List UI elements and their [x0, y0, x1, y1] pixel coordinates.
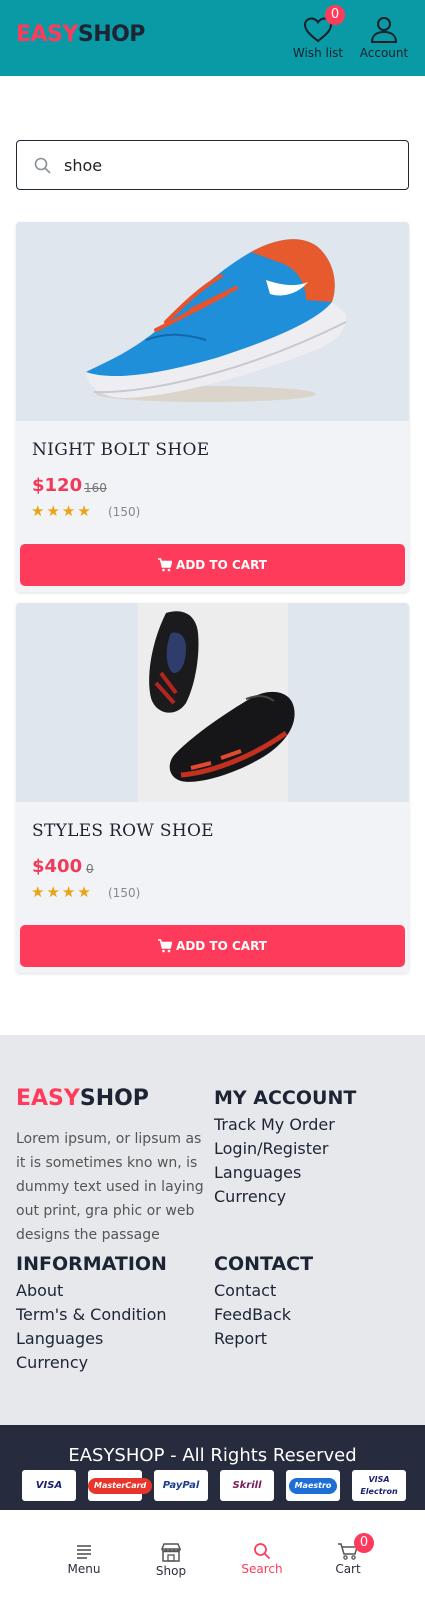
star-icon: ★ — [46, 502, 62, 520]
footer-logo[interactable]: EASYSHOP — [16, 1086, 149, 1111]
add-to-cart-label: ADD TO CART — [176, 939, 267, 953]
add-to-cart-label: ADD TO CART — [176, 558, 267, 572]
visa-logo: VISA — [22, 1470, 76, 1501]
product-name[interactable]: NIGHT BOLT SHOE — [32, 440, 209, 460]
nav-search[interactable]: Search — [227, 1542, 297, 1576]
search-input[interactable] — [64, 149, 394, 181]
product-old-price: 0 — [86, 862, 94, 876]
logo-part2: SHOP — [77, 22, 146, 47]
page: EASYSHOP 0 Wish list Account shoe NIGHT … — [0, 0, 425, 1614]
nav-cart-label: Cart — [335, 1562, 361, 1576]
copyright-bar: EASYSHOP - All Rights Reserved VISA Mast… — [0, 1425, 425, 1510]
product-card[interactable]: STYLES ROW SHOE $400 0 ★★★★ (150) ADD TO… — [16, 603, 409, 973]
store-icon — [160, 1543, 182, 1562]
nav-search-label: Search — [241, 1562, 283, 1576]
nav-menu-label: Menu — [67, 1562, 101, 1576]
skrill-logo: Skrill — [220, 1470, 274, 1501]
footer-link-terms[interactable]: Term's & Condition — [16, 1303, 167, 1327]
star-icon: ★ — [31, 502, 47, 520]
blue-running-shoe-image — [86, 239, 347, 402]
information-links: About Term's & Condition Languages Curre… — [16, 1279, 167, 1375]
app-header: EASYSHOP 0 Wish list Account — [0, 0, 425, 76]
my-account-links: Track My Order Login/Register Languages … — [214, 1113, 335, 1209]
footer-link-login-register[interactable]: Login/Register — [214, 1137, 335, 1161]
logo-part1: EASY — [16, 22, 78, 47]
user-icon — [370, 17, 398, 43]
product-name[interactable]: STYLES ROW SHOE — [32, 821, 214, 841]
footer-link-languages[interactable]: Languages — [214, 1161, 335, 1185]
product-image[interactable] — [16, 603, 409, 802]
search-icon — [34, 157, 51, 174]
footer-description: Lorem ipsum, or lipsum as it is sometime… — [16, 1131, 204, 1243]
add-to-cart-button[interactable]: ADD TO CART — [20, 544, 405, 586]
copyright-text: EASYSHOP - All Rights Reserved — [68, 1445, 357, 1466]
visa-electron-logo: VISA Electron — [352, 1470, 406, 1501]
my-account-heading: MY ACCOUNT — [214, 1087, 357, 1109]
logo[interactable]: EASYSHOP — [16, 22, 145, 47]
footer-link-track-order[interactable]: Track My Order — [214, 1113, 335, 1137]
footer: EASYSHOP Lorem ipsum, or lipsum as it is… — [0, 1035, 425, 1425]
wishlist-label: Wish list — [292, 46, 344, 60]
wishlist-count-badge: 0 — [325, 5, 345, 25]
footer-link-feedback[interactable]: FeedBack — [214, 1303, 291, 1327]
star-icon: ★ — [31, 883, 47, 901]
mastercard-logo: MasterCard — [88, 1470, 153, 1501]
product-card[interactable]: NIGHT BOLT SHOE $120 160 ★★★★ (150) ADD … — [16, 222, 409, 592]
menu-icon — [77, 1545, 91, 1559]
nav-shop-label: Shop — [155, 1564, 187, 1578]
search-box — [16, 140, 409, 190]
footer-link-currency[interactable]: Currency — [16, 1351, 167, 1375]
nav-cart[interactable]: 0 Cart — [313, 1533, 383, 1576]
product-old-price: 160 — [84, 481, 107, 495]
search-icon — [254, 1543, 271, 1560]
contact-heading: CONTACT — [214, 1253, 314, 1275]
cart-icon — [158, 939, 173, 953]
product-image[interactable] — [16, 222, 409, 421]
star-icon: ★ — [61, 502, 78, 520]
rating-stars: ★★★★ — [31, 502, 93, 520]
footer-link-about[interactable]: About — [16, 1279, 167, 1303]
account-button[interactable]: Account — [354, 16, 414, 60]
cart-count-badge: 0 — [354, 1533, 374, 1553]
contact-links: Contact FeedBack Report — [214, 1279, 291, 1351]
bottom-navigation: Menu Shop Search 0 Cart — [0, 1510, 425, 1614]
cart-icon — [158, 558, 173, 572]
review-count: (150) — [108, 886, 141, 900]
star-icon: ★ — [61, 883, 78, 901]
information-heading: INFORMATION — [16, 1253, 167, 1275]
nav-menu[interactable]: Menu — [49, 1542, 119, 1576]
footer-logo-part1: EASY — [16, 1086, 80, 1111]
black-sneakers-image — [138, 603, 295, 802]
footer-link-languages[interactable]: Languages — [16, 1327, 167, 1351]
footer-link-currency[interactable]: Currency — [214, 1185, 335, 1209]
footer-link-contact[interactable]: Contact — [214, 1279, 291, 1303]
paypal-logo: PayPal — [154, 1470, 208, 1501]
wishlist-button[interactable]: 0 Wish list — [288, 5, 348, 60]
footer-logo-part2: SHOP — [79, 1086, 149, 1111]
review-count: (150) — [108, 505, 141, 519]
star-icon: ★ — [77, 502, 93, 520]
star-icon: ★ — [77, 883, 93, 901]
nav-shop[interactable]: Shop — [136, 1542, 206, 1578]
account-label: Account — [359, 46, 409, 60]
maestro-logo: Maestro — [286, 1470, 340, 1501]
footer-link-report[interactable]: Report — [214, 1327, 291, 1351]
rating-stars: ★★★★ — [31, 883, 93, 901]
product-price: $120 — [32, 475, 83, 496]
star-icon: ★ — [46, 883, 62, 901]
product-price: $400 — [32, 856, 83, 877]
add-to-cart-button[interactable]: ADD TO CART — [20, 925, 405, 967]
